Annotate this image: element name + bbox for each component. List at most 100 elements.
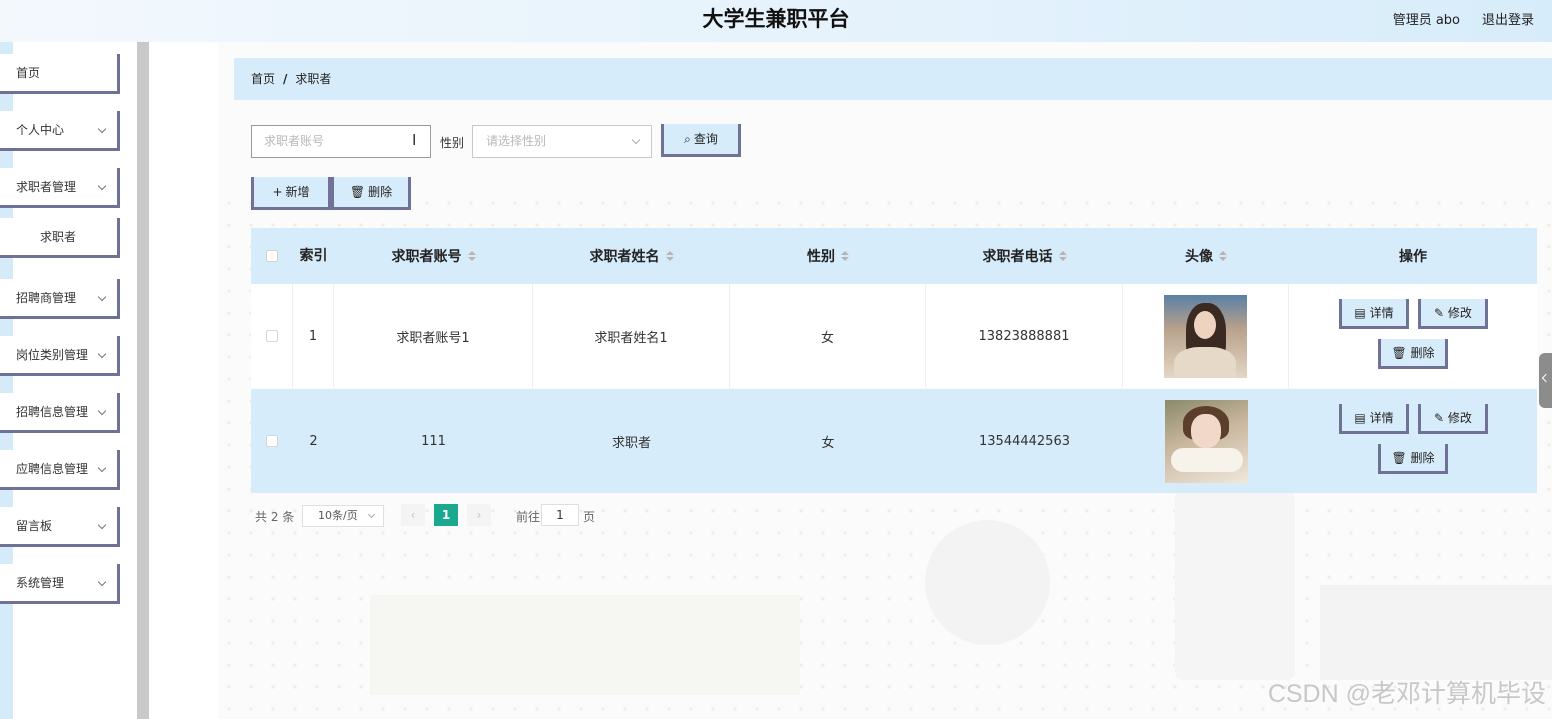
query-button[interactable]: ⌕ 查询 (661, 124, 741, 157)
decorative-cylinder (1175, 490, 1295, 680)
column-header-ops: 操作 (1399, 249, 1427, 265)
logout-link[interactable]: 退出登录 (1482, 9, 1534, 28)
gender-select[interactable]: 请选择性别 (472, 125, 652, 158)
decorative-box (1320, 585, 1552, 680)
column-header-name[interactable]: 求职者姓名 (533, 228, 730, 284)
edit-button[interactable]: ✎ 修改 (1418, 299, 1488, 329)
sidebar-item-system-management[interactable]: 系统管理 (0, 564, 120, 604)
sidebar-item-label: 系统管理 (16, 576, 65, 590)
page-size-select[interactable]: 10条/页 (302, 505, 384, 527)
sidebar-item-label: 留言板 (16, 519, 53, 533)
row-checkbox[interactable] (266, 435, 278, 447)
delete-button-label: 删除 (1410, 451, 1435, 465)
sort-icon[interactable] (841, 251, 849, 261)
column-header-label: 求职者电话 (982, 249, 1053, 265)
column-header-account[interactable]: 求职者账号 (334, 228, 533, 284)
sort-icon[interactable] (467, 251, 476, 261)
gender-label: 性别 (440, 136, 465, 150)
chevron-left-icon: ‹ (410, 508, 416, 522)
sidebar-item-jobseeker-management[interactable]: 求职者管理 (0, 168, 120, 208)
sort-icon[interactable] (665, 251, 674, 261)
sidebar-item-job-category-management[interactable]: 岗位类别管理 (0, 336, 120, 376)
breadcrumb-home[interactable]: 首页 (251, 72, 275, 86)
gender-select-placeholder: 请选择性别 (486, 134, 547, 148)
row-index: 1 (293, 284, 334, 388)
pencil-icon: ✎ (1434, 411, 1448, 425)
edit-button[interactable]: ✎ 修改 (1418, 404, 1488, 434)
delete-button-label: 删除 (368, 185, 393, 199)
row-phone: 13544442563 (979, 433, 1070, 449)
delete-button[interactable]: 🗑 删除 (1378, 339, 1448, 369)
sidebar-item-message-board[interactable]: 留言板 (0, 507, 120, 547)
sidebar-item-home[interactable]: 首页 (0, 54, 120, 94)
batch-delete-button[interactable]: 🗑 删除 (331, 177, 411, 210)
plus-icon: + (272, 185, 283, 199)
sidebar-subitem-jobseeker[interactable]: 求职者 (0, 218, 120, 258)
goto-page-input[interactable]: 1 (541, 504, 579, 526)
column-header-gender[interactable]: 性别 (730, 228, 926, 284)
sidebar-item-recruiter-management[interactable]: 招聘商管理 (0, 279, 120, 319)
sidebar-scrollbar[interactable] (137, 42, 149, 719)
column-header-label: 性别 (807, 249, 835, 265)
column-header-phone[interactable]: 求职者电话 (926, 228, 1123, 284)
row-name: 求职者姓名1 (533, 284, 730, 388)
chevron-down-icon (97, 124, 107, 134)
watermark: CSDN @老邓计算机毕设 (1267, 680, 1546, 708)
sidebar: 首页 个人中心 求职者管理 求职者 招聘商管理 岗位类别管理 招聘信息管理 应聘… (0, 42, 150, 719)
sidebar-item-label: 招聘商管理 (16, 291, 77, 305)
row-checkbox[interactable] (265, 330, 278, 342)
detail-button[interactable]: ▤ 详情 (1339, 404, 1409, 434)
select-all-checkbox[interactable] (266, 250, 278, 262)
add-button-label: 新增 (285, 185, 310, 199)
column-header-label: 求职者账号 (391, 249, 462, 265)
document-icon: ▤ (1354, 411, 1370, 425)
column-header-label: 头像 (1185, 249, 1213, 265)
breadcrumb-current: 求职者 (295, 72, 332, 86)
user-label: 管理员 abo (1392, 13, 1460, 28)
prev-page-button[interactable]: ‹ (401, 504, 425, 526)
sidebar-item-label: 岗位类别管理 (16, 348, 89, 362)
sidebar-item-label: 招聘信息管理 (16, 405, 89, 419)
edit-button-label: 修改 (1447, 411, 1472, 425)
select-all-cell (251, 228, 293, 284)
sidebar-item-application-info-management[interactable]: 应聘信息管理 (0, 450, 120, 490)
table-row: 1 求职者账号1 求职者姓名1 女 13823888881 ▤ 详情 ✎ 修改 … (251, 284, 1537, 388)
page-number-button[interactable]: 1 (434, 504, 458, 526)
page-size-value: 10条/页 (318, 509, 358, 522)
row-account: 求职者账号1 (334, 284, 533, 388)
column-header-avatar[interactable]: 头像 (1123, 228, 1289, 284)
detail-button-label: 详情 (1369, 411, 1394, 425)
trash-icon: 🗑 (1391, 346, 1411, 360)
row-select-cell (251, 389, 293, 493)
delete-button-label: 删除 (1410, 346, 1435, 360)
account-search-input[interactable]: 求职者账号 (251, 125, 431, 158)
sort-icon[interactable] (1058, 251, 1067, 261)
avatar (1164, 399, 1248, 483)
top-header: 大学生兼职平台 管理员 abo 退出登录 (0, 0, 1552, 42)
row-name: 求职者 (611, 435, 651, 451)
chevron-down-icon (97, 292, 107, 302)
detail-button[interactable]: ▤ 详情 (1339, 299, 1409, 329)
row-select-cell (251, 284, 293, 388)
row-ops-cell: ▤ 详情 ✎ 修改 🗑 删除 (1289, 284, 1537, 388)
trash-icon: 🗑 (1391, 451, 1411, 465)
next-page-button[interactable]: › (467, 504, 491, 526)
side-panel-toggle[interactable] (1539, 353, 1552, 408)
sidebar-item-label: 求职者管理 (16, 180, 77, 194)
sort-icon[interactable] (1219, 251, 1227, 261)
row-gender: 女 (821, 435, 835, 451)
column-header-index: 索引 (299, 248, 328, 264)
delete-button[interactable]: 🗑 删除 (1378, 444, 1448, 474)
query-button-label: 查询 (693, 132, 718, 146)
sidebar-item-recruitment-info-management[interactable]: 招聘信息管理 (0, 393, 120, 433)
row-ops-cell: ▤ 详情 ✎ 修改 🗑 删除 (1289, 389, 1537, 493)
chevron-down-icon (97, 349, 107, 359)
sidebar-item-personal-center[interactable]: 个人中心 (0, 111, 120, 151)
decorative-block (370, 595, 800, 695)
chevron-down-icon (631, 135, 641, 145)
chevron-down-icon (97, 406, 107, 416)
add-button[interactable]: + 新增 (251, 177, 331, 210)
breadcrumb: 首页 / 求职者 (234, 58, 1552, 100)
table-header: 索引 求职者账号 求职者姓名 性别 求职者电话 头像 操作 (251, 228, 1537, 284)
row-phone: 13823888881 (926, 284, 1123, 388)
